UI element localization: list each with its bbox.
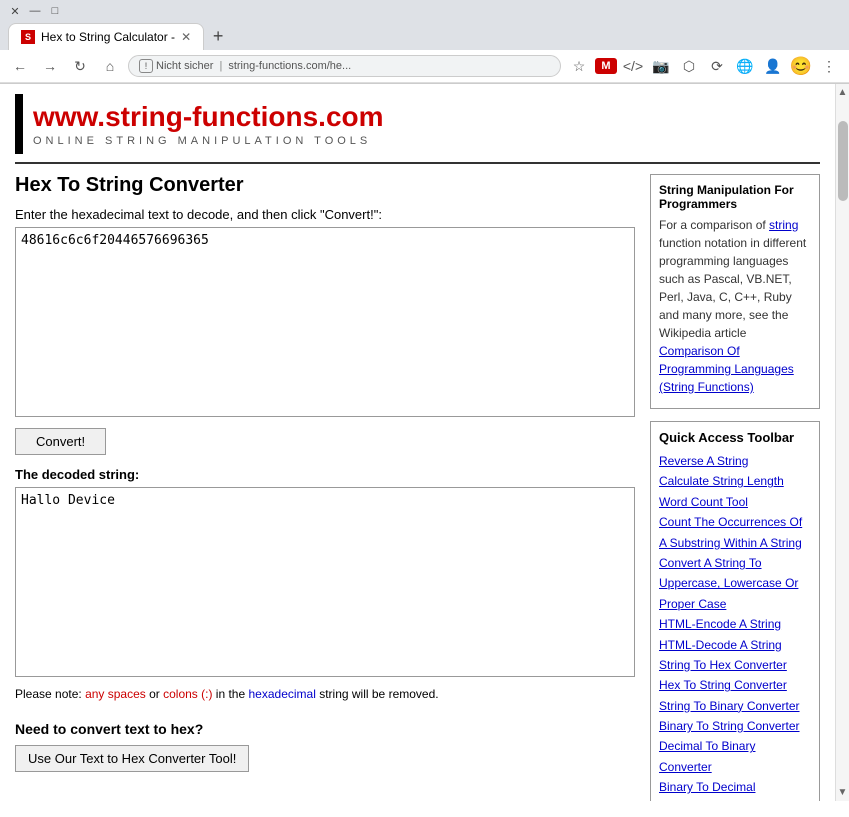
quick-link-3[interactable]: Count The Occurrences Of A Substring Wit… (659, 512, 811, 553)
page-wrapper: www.string-functions.com ONLINE STRING M… (0, 84, 849, 801)
security-icon: ! (139, 59, 153, 73)
tool-title: Hex To String Converter (15, 174, 635, 197)
convert-button[interactable]: Convert! (15, 428, 106, 455)
decoded-value: Hallo Device (21, 493, 115, 508)
quick-link-8[interactable]: Hex To String Converter (659, 675, 811, 695)
nav-bar: ← → ↻ ⌂ ! Nicht sicher | string-function… (0, 50, 849, 83)
quick-link-0[interactable]: Reverse A String (659, 451, 811, 471)
globe-icon[interactable]: 🌐 (733, 54, 757, 78)
active-tab[interactable]: S Hex to String Calculator - ✕ (8, 23, 204, 50)
quick-link-10[interactable]: Binary To String Converter (659, 716, 811, 736)
hex-input[interactable]: 48616c6c6f20446576696365 (15, 227, 635, 417)
decoded-label: The decoded string: (15, 467, 635, 482)
info-box-title: String Manipulation For Programmers (659, 183, 811, 211)
main-layout: Hex To String Converter Enter the hexade… (15, 174, 820, 801)
close-window-btn[interactable]: ✕ (8, 4, 22, 18)
quick-links-list: Reverse A StringCalculate String LengthW… (659, 451, 811, 801)
sync-icon[interactable]: ⟳ (705, 54, 729, 78)
scroll-up-btn[interactable]: ▲ (835, 84, 849, 101)
quick-link-11[interactable]: Decimal To Binary Converter (659, 736, 811, 777)
note-highlight-colons: colons (:) (163, 687, 212, 701)
home-btn[interactable]: ⌂ (98, 54, 122, 78)
forward-btn[interactable]: → (38, 54, 62, 78)
logo-bar (15, 94, 23, 154)
main-column: Hex To String Converter Enter the hexade… (15, 174, 635, 801)
quick-link-2[interactable]: Word Count Tool (659, 492, 811, 512)
wiki-link[interactable]: Comparison Of Programming Languages (Str… (659, 344, 794, 394)
info-box: String Manipulation For Programmers For … (650, 174, 820, 409)
puzzle-icon[interactable]: ⬡ (677, 54, 701, 78)
need-convert-title: Need to convert text to hex? (15, 721, 635, 737)
bookmark-icon[interactable]: ☆ (567, 54, 591, 78)
nav-icons: ☆ M </> 📷 ⬡ ⟳ 🌐 👤 😊 ⋮ (567, 54, 841, 78)
logo-content: www.string-functions.com ONLINE STRING M… (33, 101, 384, 147)
back-btn[interactable]: ← (8, 54, 32, 78)
new-tab-btn[interactable]: + (204, 22, 232, 50)
info-box-body: For a comparison of string function nota… (659, 216, 811, 396)
refresh-btn[interactable]: ↻ (68, 54, 92, 78)
input-label: Enter the hexadecimal text to decode, an… (15, 207, 635, 222)
minimize-window-btn[interactable]: — (28, 4, 42, 18)
logo-title[interactable]: www.string-functions.com (33, 101, 384, 133)
title-bar-controls: ✕ — □ (8, 4, 62, 18)
quick-link-7[interactable]: String To Hex Converter (659, 655, 811, 675)
scroll-down-btn[interactable]: ▼ (835, 784, 849, 801)
title-bar: ✕ — □ (0, 0, 849, 22)
tab-title: Hex to String Calculator - (41, 30, 175, 44)
tab-close-btn[interactable]: ✕ (181, 30, 191, 44)
security-label: Nicht sicher (156, 60, 213, 72)
decoded-output: Hallo Device (15, 487, 635, 677)
quick-access-title: Quick Access Toolbar (659, 430, 811, 445)
menu-icon[interactable]: ⋮ (817, 54, 841, 78)
quick-link-12[interactable]: Binary To Decimal Converter (659, 777, 811, 801)
site-header: www.string-functions.com ONLINE STRING M… (15, 94, 820, 164)
logo-subtitle: ONLINE STRING MANIPULATION TOOLS (33, 135, 384, 147)
quick-link-9[interactable]: String To Binary Converter (659, 696, 811, 716)
quick-link-5[interactable]: HTML-Encode A String (659, 614, 811, 634)
quick-link-1[interactable]: Calculate String Length (659, 471, 811, 491)
extensions-m-icon[interactable]: M (595, 58, 617, 74)
quick-link-6[interactable]: HTML-Decode A String (659, 635, 811, 655)
string-link[interactable]: string (769, 218, 798, 232)
code-icon[interactable]: </> (621, 54, 645, 78)
maximize-window-btn[interactable]: □ (48, 4, 62, 18)
scrollbar[interactable]: ▲ ▼ (835, 84, 849, 801)
tab-favicon: S (21, 30, 35, 44)
note-highlight-hex: hexadecimal (249, 687, 316, 701)
browser-chrome: ✕ — □ S Hex to String Calculator - ✕ + ←… (0, 0, 849, 84)
text-to-hex-link[interactable]: Use Our Text to Hex Converter Tool! (15, 745, 249, 772)
note-highlight-spaces: any spaces (85, 687, 146, 701)
quick-link-4[interactable]: Convert A String To Uppercase, Lowercase… (659, 553, 811, 614)
quick-access-box: Quick Access Toolbar Reverse A StringCal… (650, 421, 820, 801)
address-text: string-functions.com/he... (228, 60, 351, 72)
camera-icon[interactable]: 📷 (649, 54, 673, 78)
avatar-icon[interactable]: 😊 (789, 54, 813, 78)
tab-bar: S Hex to String Calculator - ✕ + (0, 22, 849, 50)
sidebar: String Manipulation For Programmers For … (650, 174, 820, 801)
scrollbar-thumb[interactable] (838, 121, 848, 201)
profile-icon[interactable]: 👤 (761, 54, 785, 78)
page-content: www.string-functions.com ONLINE STRING M… (0, 84, 835, 801)
security-badge: ! Nicht sicher | string-functions.com/he… (139, 59, 351, 73)
need-convert-section: Need to convert text to hex? Use Our Tex… (15, 721, 635, 772)
note-text: Please note: any spaces or colons (:) in… (15, 687, 635, 701)
address-bar[interactable]: ! Nicht sicher | string-functions.com/he… (128, 55, 561, 77)
